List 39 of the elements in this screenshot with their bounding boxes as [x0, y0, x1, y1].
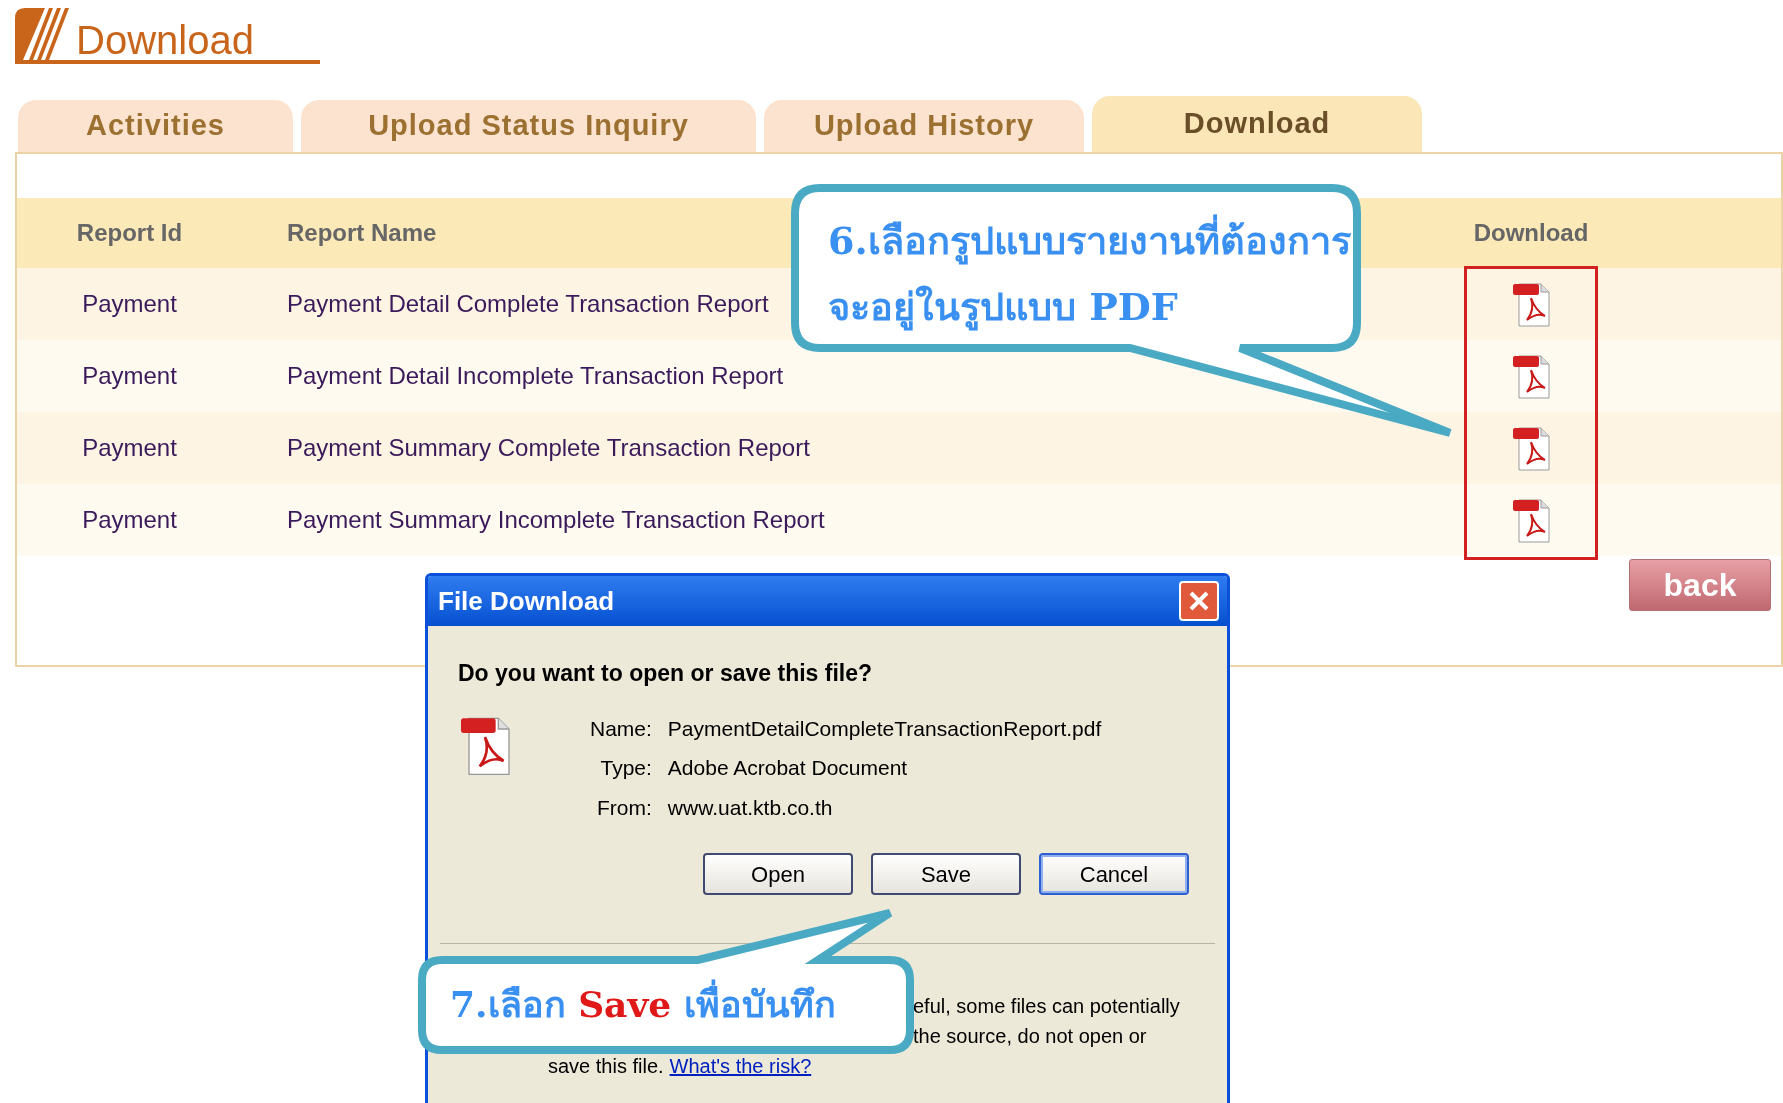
table-cell-text: Payment Summary Complete Transaction Report — [287, 433, 810, 463]
table-cell-text: Payment — [81, 361, 178, 391]
warning-text: the source, do not open or — [913, 1024, 1147, 1049]
pdf-file-icon[interactable] — [1511, 496, 1551, 544]
callout-text: 7.เลือก Save เพื่อบันทึก — [450, 974, 836, 1034]
close-icon — [1187, 589, 1211, 613]
dialog-button[interactable]: Save — [871, 853, 1021, 895]
table-cell-text: Payment Summary Incomplete Transaction Report — [287, 505, 825, 535]
column-header: Report Id — [75, 218, 184, 248]
column-header: Report Name — [287, 218, 437, 248]
table-cell-text: Payment — [81, 289, 178, 319]
table-cell-text: Payment Detail Complete Transaction Report — [287, 289, 769, 319]
table-cell-text: Payment — [81, 505, 178, 535]
warning-text: eful, some files can potentially — [913, 994, 1180, 1019]
column-header: Download — [1472, 218, 1590, 248]
table-cell-text: Payment Detail Incomplete Transaction Report — [287, 361, 784, 391]
page-title: Download — [76, 20, 254, 60]
risk-link[interactable]: What's the risk? — [669, 1051, 812, 1081]
table-cell-text: Payment — [81, 433, 178, 463]
pdf-file-icon[interactable] — [1511, 280, 1551, 328]
pdf-file-icon[interactable] — [1511, 352, 1551, 400]
pdf-file-icon[interactable] — [1511, 424, 1551, 472]
callout-text: 6.เลือกรูปแบบรายงานที่ต้องการ จะอยู่ในรูปแบบ PDF — [828, 208, 1351, 340]
field-value: PaymentDetailCompleteTransactionReport.pdf — [667, 715, 1102, 742]
field-value: www.uat.ktb.co.th — [667, 794, 834, 821]
dialog-button[interactable]: Open — [703, 853, 853, 895]
warning-text: save this file. — [548, 1054, 664, 1079]
close-button[interactable] — [1179, 581, 1219, 621]
tab[interactable]: Upload Status Inquiry — [301, 100, 756, 152]
field-label: Name: — [590, 715, 652, 742]
dialog-button[interactable]: Cancel — [1039, 853, 1189, 895]
tab[interactable]: Activities — [18, 100, 293, 152]
field-label: Type: — [599, 755, 652, 781]
tab[interactable]: Download — [1092, 96, 1422, 152]
field-value: Adobe Acrobat Document — [667, 755, 909, 781]
field-label: From: — [596, 794, 652, 821]
dialog-question: Do you want to open or save this file? — [458, 659, 874, 688]
dialog-title: File Download — [438, 584, 615, 618]
tab[interactable]: Upload History — [764, 100, 1084, 152]
